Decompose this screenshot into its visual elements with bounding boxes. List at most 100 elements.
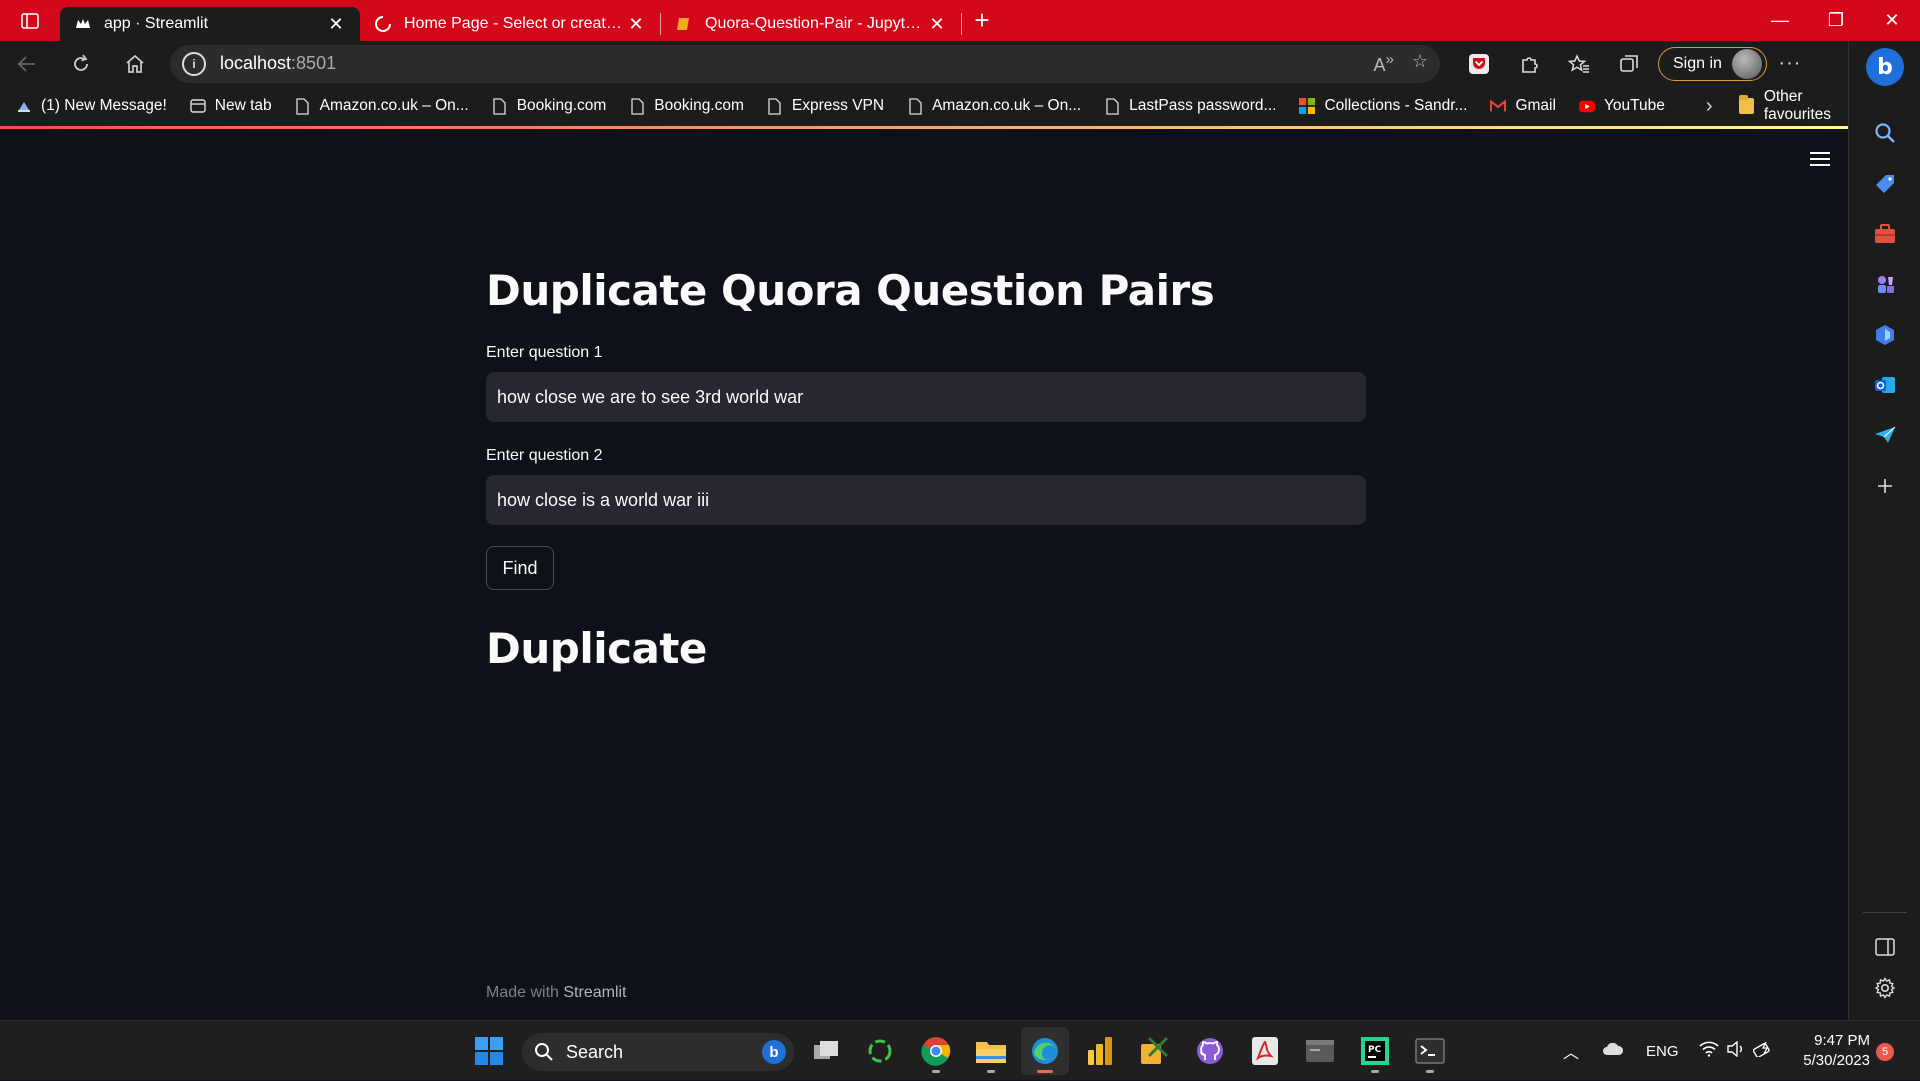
- battery-charging-icon[interactable]: [1752, 1041, 1773, 1061]
- site-info-icon[interactable]: i: [182, 51, 206, 76]
- streamlit-header-decoration: [0, 126, 1848, 129]
- tab-label: app · Streamlit: [104, 15, 209, 32]
- bookmark-amazon[interactable]: Amazon.co.uk – On...: [907, 97, 1081, 115]
- bookmark-booking[interactable]: Booking.com: [492, 97, 606, 115]
- refresh-app-icon[interactable]: [856, 1027, 904, 1075]
- close-icon[interactable]: ✕: [927, 14, 947, 35]
- bookmark-lastpass[interactable]: LastPass password...: [1104, 97, 1276, 115]
- page-title: Duplicate Quora Question Pairs: [486, 266, 1215, 315]
- question-1-input[interactable]: how close we are to see 3rd world war: [486, 372, 1366, 423]
- clock-time: 9:47 PM: [1814, 1032, 1870, 1049]
- github-desktop-icon[interactable]: [1186, 1027, 1234, 1075]
- other-favourites-folder[interactable]: Other favourites: [1738, 88, 1848, 124]
- new-tab-plus-icon[interactable]: +: [962, 0, 1002, 41]
- chrome-icon[interactable]: [912, 1027, 960, 1075]
- message-icon: [16, 97, 32, 115]
- tab-home-page[interactable]: Home Page - Select or create a n ✕: [360, 7, 660, 41]
- question-2-label: Enter question 2: [486, 447, 603, 465]
- tab-label: Home Page - Select or create a n: [404, 15, 626, 32]
- address-bar[interactable]: i localhost:8501 A» ☆: [170, 44, 1440, 83]
- close-icon[interactable]: ✕: [626, 14, 646, 35]
- bookmark-express-vpn[interactable]: Express VPN: [767, 97, 884, 115]
- minimize-icon[interactable]: —: [1752, 0, 1808, 41]
- read-aloud-icon[interactable]: A»: [1374, 51, 1394, 76]
- bookmark-collections[interactable]: Collections - Sandr...: [1299, 97, 1467, 115]
- tab-actions-icon[interactable]: [0, 0, 60, 41]
- sign-in-button[interactable]: Sign in: [1658, 46, 1767, 81]
- add-favourite-star-icon[interactable]: ☆: [1412, 51, 1428, 76]
- sign-in-label: Sign in: [1673, 54, 1722, 72]
- language-indicator[interactable]: ENG: [1646, 1043, 1679, 1060]
- hide-sidebar-icon[interactable]: [1849, 927, 1920, 967]
- pdf-reader-icon[interactable]: [1241, 1027, 1289, 1075]
- chevron-right-icon[interactable]: ›: [1706, 95, 1713, 118]
- hamburger-menu-icon[interactable]: [1810, 152, 1832, 168]
- favourites-icon[interactable]: [1554, 41, 1604, 86]
- question-2-input[interactable]: how close is a world war iii: [486, 475, 1366, 526]
- bookmark-gmail[interactable]: Gmail: [1490, 97, 1556, 115]
- sidebar-divider: [1863, 912, 1907, 913]
- microsoft-365-icon[interactable]: [1849, 315, 1920, 355]
- notification-badge[interactable]: 5: [1876, 1043, 1894, 1061]
- url-host: localhost: [220, 53, 292, 73]
- games-chess-icon[interactable]: [1849, 264, 1920, 304]
- collections-icon[interactable]: [1604, 41, 1654, 86]
- show-hidden-icons-chevron-up-icon[interactable]: ︿: [1560, 1039, 1582, 1063]
- home-icon[interactable]: [108, 41, 162, 86]
- tab-jupyter[interactable]: Quora-Question-Pair - Jupyter N ✕: [661, 7, 961, 41]
- result-heading: Duplicate: [486, 624, 707, 674]
- streamlit-app: Duplicate Quora Question Pairs Enter que…: [0, 126, 1848, 1020]
- snipping-tool-icon[interactable]: [1130, 1027, 1178, 1075]
- onedrive-cloud-icon[interactable]: [1602, 1041, 1624, 1061]
- bookmark-new-tab[interactable]: New tab: [190, 97, 272, 115]
- running-indicator: [1426, 1070, 1434, 1073]
- taskbar-clock[interactable]: 9:47 PM 5/30/2023: [1786, 1031, 1870, 1071]
- settings-gear-icon[interactable]: [1849, 968, 1920, 1008]
- windows-start-icon[interactable]: [465, 1027, 513, 1075]
- browser-toolbar: i localhost:8501 A» ☆ Sign in ···: [0, 41, 1848, 86]
- bookmark-new-message[interactable]: (1) New Message!: [16, 97, 167, 115]
- taskbar-search[interactable]: Search b: [522, 1033, 794, 1071]
- file-explorer-icon[interactable]: [967, 1027, 1015, 1075]
- svg-text:PC: PC: [1368, 1045, 1382, 1055]
- pycharm-icon[interactable]: PC: [1351, 1027, 1399, 1075]
- bing-chat-icon[interactable]: b: [1849, 43, 1920, 91]
- window-close-icon[interactable]: ✕: [1864, 0, 1920, 41]
- bookmark-booking[interactable]: Booking.com: [629, 97, 744, 115]
- outlook-icon[interactable]: [1849, 365, 1920, 405]
- url-port: :8501: [291, 53, 337, 73]
- running-indicator: [932, 1070, 940, 1073]
- search-icon[interactable]: [1849, 113, 1920, 153]
- bookmark-amazon[interactable]: Amazon.co.uk – On...: [295, 97, 469, 115]
- search-icon: [535, 1043, 553, 1061]
- question-1-label: Enter question 1: [486, 344, 603, 362]
- close-icon[interactable]: ✕: [326, 14, 346, 35]
- streamlit-link[interactable]: Streamlit: [563, 984, 626, 1001]
- add-plus-icon[interactable]: [1849, 466, 1920, 506]
- main-block: Duplicate Quora Question Pairs Enter que…: [486, 266, 1366, 673]
- tab-streamlit-app[interactable]: app · Streamlit ✕: [60, 7, 360, 41]
- pocket-extension-icon[interactable]: [1454, 41, 1504, 86]
- bookmark-youtube[interactable]: YouTube: [1578, 97, 1665, 115]
- tools-briefcase-icon[interactable]: [1849, 214, 1920, 254]
- drop-send-icon[interactable]: [1849, 415, 1920, 455]
- app-window-icon[interactable]: [1296, 1027, 1344, 1075]
- restore-icon[interactable]: ❐: [1808, 0, 1864, 41]
- more-options-icon[interactable]: ···: [1767, 41, 1813, 86]
- streamlit-crown-icon: [74, 15, 92, 33]
- wifi-icon[interactable]: [1698, 1041, 1719, 1061]
- edge-icon[interactable]: [1021, 1027, 1069, 1075]
- terminal-icon[interactable]: [1406, 1027, 1454, 1075]
- loading-spinner-icon: [374, 15, 392, 33]
- youtube-icon: [1578, 97, 1595, 115]
- power-bi-icon[interactable]: [1076, 1027, 1124, 1075]
- running-indicator: [1371, 1070, 1379, 1073]
- back-arrow-icon[interactable]: [0, 41, 54, 86]
- profile-avatar: [1731, 48, 1762, 79]
- refresh-icon[interactable]: [54, 41, 108, 86]
- extensions-puzzle-icon[interactable]: [1504, 41, 1554, 86]
- volume-icon[interactable]: [1726, 1040, 1745, 1061]
- task-view-icon[interactable]: [802, 1027, 850, 1075]
- shopping-tag-icon[interactable]: [1849, 164, 1920, 204]
- find-button[interactable]: Find: [486, 546, 554, 591]
